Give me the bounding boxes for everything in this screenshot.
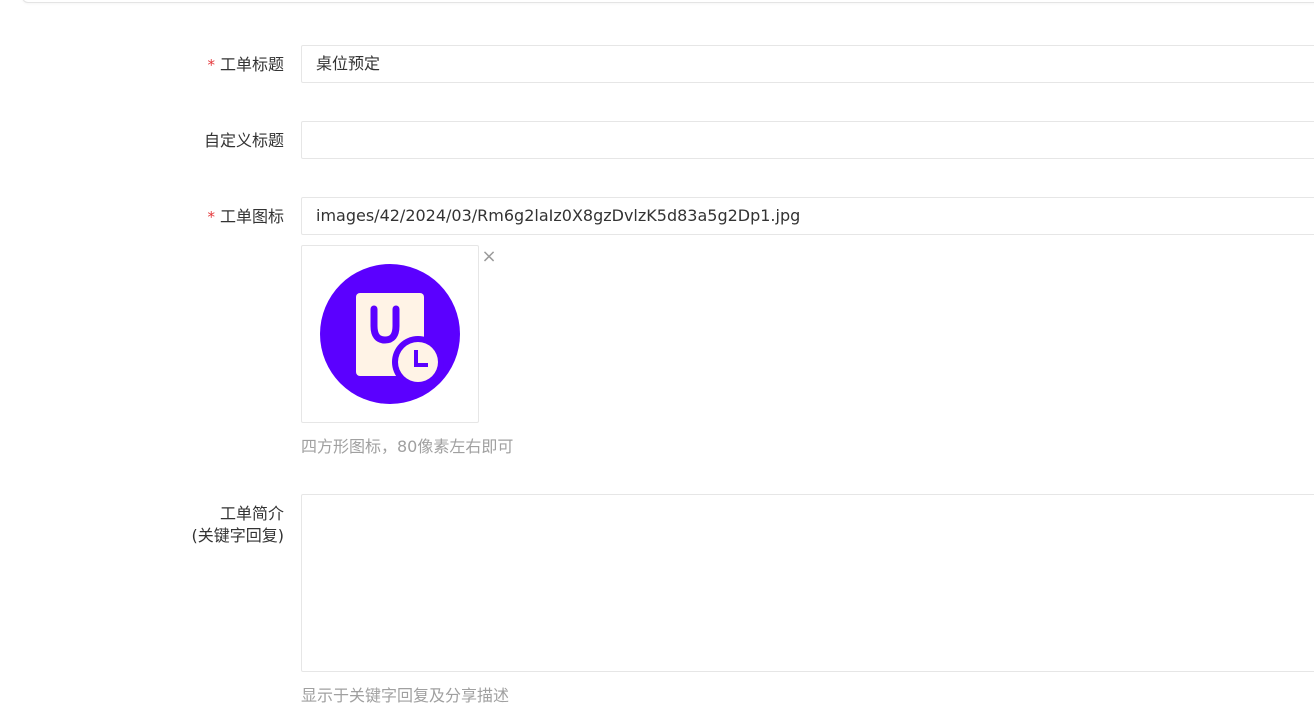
- intro-label-line2: (关键字回复): [191, 526, 285, 545]
- required-mark: *: [207, 208, 215, 226]
- intro-hint: 显示于关键字回复及分享描述: [301, 686, 510, 705]
- intro-label-line1: 工单简介: [219, 504, 284, 523]
- title-label: * 工单标题: [84, 54, 284, 76]
- custom-title-input[interactable]: [301, 121, 1314, 159]
- custom-title-label: 自定义标题: [84, 130, 284, 152]
- title-input-value: 桌位预定: [316, 54, 381, 73]
- intro-textarea[interactable]: [301, 494, 1314, 672]
- intro-label: 工单简介 (关键字回复): [84, 503, 285, 547]
- icon-label-text: 工单图标: [219, 207, 284, 226]
- title-label-text: 工单标题: [219, 55, 284, 74]
- icon-hint: 四方形图标，80像素左右即可: [301, 437, 514, 456]
- top-card-edge: [22, 0, 1314, 3]
- icon-path-input[interactable]: images/42/2024/03/Rm6g2laIz0X8gzDvlzK5d8…: [301, 197, 1314, 235]
- icon-label: * 工单图标: [84, 206, 284, 228]
- icon-preview-thumbnail: [301, 245, 479, 423]
- custom-title-label-text: 自定义标题: [203, 131, 284, 150]
- required-mark: *: [207, 56, 215, 74]
- title-input[interactable]: 桌位预定: [301, 45, 1314, 83]
- remove-image-button[interactable]: ×: [480, 248, 498, 266]
- shopping-bag-clock-icon: [320, 264, 460, 404]
- icon-path-value: images/42/2024/03/Rm6g2laIz0X8gzDvlzK5d8…: [316, 206, 801, 225]
